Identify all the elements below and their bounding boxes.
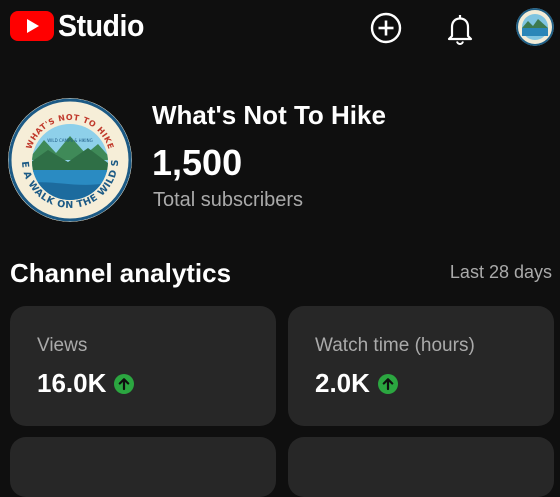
analytics-card-partial[interactable]: [10, 437, 276, 497]
channel-name[interactable]: What's Not To Hike: [152, 100, 386, 131]
views-value-row: 16.0K: [37, 368, 135, 399]
views-label: Views: [37, 335, 88, 356]
watch-time-value: 2.0K: [315, 368, 370, 398]
trend-up-icon: [377, 373, 398, 394]
app-name: Studio: [58, 8, 144, 43]
youtube-logo-icon[interactable]: [10, 10, 54, 42]
views-card[interactable]: Views 16.0K: [10, 306, 276, 426]
top-app-bar: Studio: [0, 0, 560, 56]
analytics-period[interactable]: Last 28 days: [450, 262, 552, 283]
channel-avatar-icon: [516, 8, 554, 46]
subscriber-count: 1,500: [152, 142, 243, 183]
subscriber-label: Total subscribers: [153, 189, 304, 211]
analytics-card-partial[interactable]: [288, 437, 554, 497]
channel-logo-icon: WHAT'S NOT TO HIKE WILD CAMPS & HIKING T…: [8, 98, 132, 222]
logo-sub-text: WILD CAMPS & HIKING: [47, 138, 92, 143]
analytics-section-title: Channel analytics: [10, 258, 232, 288]
notifications-bell-icon[interactable]: [442, 10, 478, 46]
account-avatar[interactable]: [516, 8, 554, 46]
trend-up-icon: [114, 373, 135, 394]
watch-time-card[interactable]: Watch time (hours) 2.0K: [288, 306, 554, 426]
views-value: 16.0K: [37, 368, 107, 398]
watch-time-label: Watch time (hours): [315, 335, 475, 356]
watch-time-value-row: 2.0K: [315, 368, 398, 399]
channel-logo[interactable]: WHAT'S NOT TO HIKE WILD CAMPS & HIKING T…: [8, 98, 132, 222]
create-icon[interactable]: [368, 10, 404, 46]
